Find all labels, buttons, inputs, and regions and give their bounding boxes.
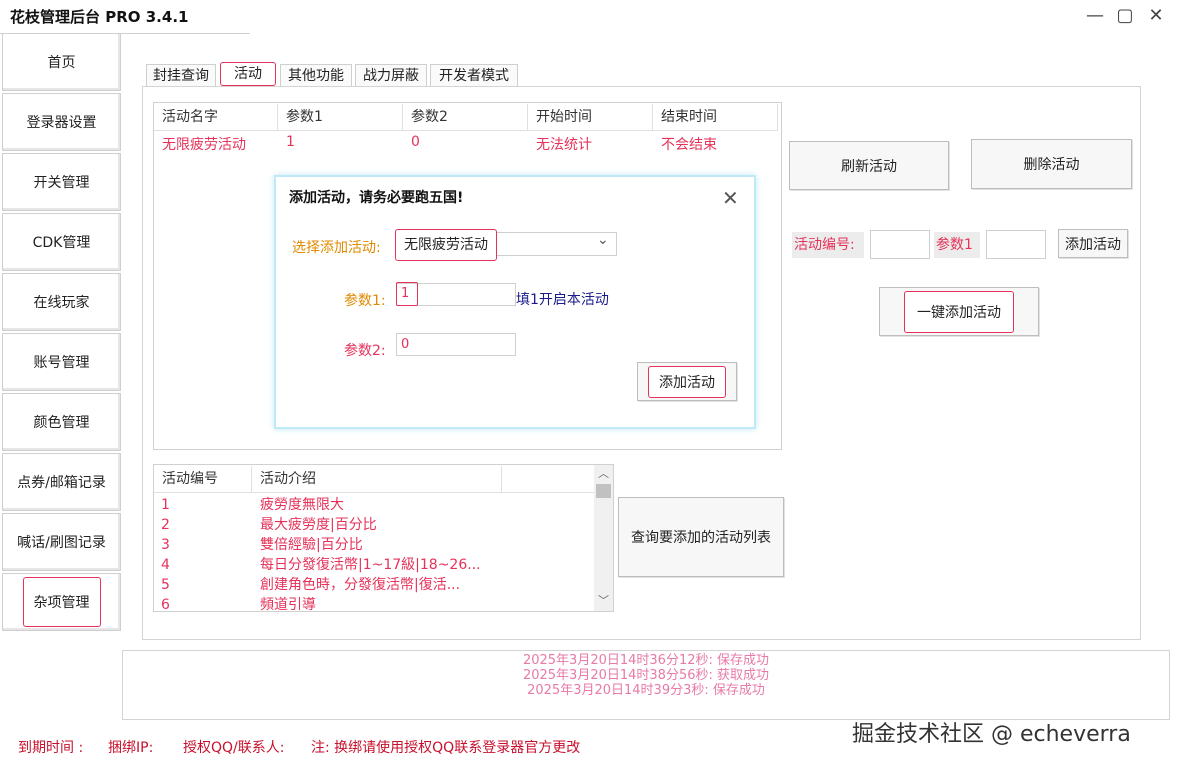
sidebar-item-label: CDK管理 (32, 235, 91, 251)
refresh-activity-button[interactable]: 刷新活动 (789, 141, 949, 190)
one-click-add-label: 一键添加活动 (904, 290, 1014, 333)
list-item-id[interactable]: 5 (161, 575, 170, 595)
log-line: 2025年3月20日14时39分3秒: 保存成功 (527, 683, 765, 698)
column-header-param1[interactable]: 参数1 (278, 104, 403, 131)
column-header-end-time[interactable]: 结束时间 (653, 104, 778, 131)
bind-ip-label: 捆绑IP: (108, 740, 154, 756)
sidebar-item-label: 颜色管理 (33, 415, 90, 431)
expire-label: 到期时间 : (18, 740, 84, 756)
dialog-add-button[interactable]: 添加活动 (637, 362, 737, 401)
activity-select-value: 无限疲劳活动 (395, 229, 497, 261)
log-line: 2025年3月20日14时36分12秒: 保存成功 (522, 653, 770, 668)
column-header-name[interactable]: 活动名字 (154, 104, 278, 131)
list-item-desc[interactable]: 創建角色時，分發復活幣|復活... (260, 575, 460, 595)
sidebar-item-launcher-settings[interactable]: 登录器设置 (2, 93, 121, 151)
app-title: 花枝管理后台 PRO 3.4.1 (10, 8, 189, 26)
activity-id-input[interactable] (870, 230, 930, 259)
tab-ban-query[interactable]: 封挂查询 (146, 64, 216, 87)
sidebar-item-label: 开关管理 (33, 175, 90, 191)
table-cell-param2[interactable]: 0 (403, 134, 528, 154)
sidebar-item-label: 喊话/刷图记录 (17, 535, 106, 551)
table-cell-param1[interactable]: 1 (278, 134, 403, 154)
list-item-id[interactable]: 3 (161, 535, 170, 555)
list-scrollbar[interactable]: ︿ ﹀ (594, 465, 613, 611)
tab-activity[interactable]: 活动 (220, 62, 276, 86)
chevron-down-icon: ⌄ (597, 232, 609, 248)
auth-qq-label: 授权QQ/联系人: (183, 740, 285, 756)
sidebar-item-color-management[interactable]: 颜色管理 (2, 393, 121, 451)
table-cell-name[interactable]: 无限疲劳活动 (154, 134, 278, 154)
list-item-id[interactable]: 6 (161, 595, 170, 615)
log-line: 2025年3月20日14时38分56秒: 获取成功 (522, 668, 770, 683)
list-item-desc[interactable]: 疲勞度無限大 (260, 495, 344, 515)
activity-select[interactable]: 无限疲劳活动 ⌄ (395, 229, 617, 261)
dialog-param1-label: 参数1: (344, 293, 386, 309)
dialog-param2-input[interactable]: 0 (396, 333, 516, 356)
footer-note: 注: 换绑请使用授权QQ联系登录器官方更改 (311, 740, 581, 756)
scroll-up-icon[interactable]: ︿ (594, 465, 613, 482)
scrollbar-thumb[interactable] (596, 484, 611, 498)
maximize-icon[interactable]: ▢ (1113, 4, 1137, 28)
dialog-add-label: 添加活动 (648, 365, 726, 398)
tab-power-block[interactable]: 战力屏蔽 (355, 64, 427, 87)
activity-id-label: 活动编号: (792, 232, 864, 258)
sidebar-item-label: 登录器设置 (26, 115, 97, 131)
sidebar-item-cdk-management[interactable]: CDK管理 (2, 213, 121, 271)
minimize-icon[interactable]: — (1083, 4, 1107, 28)
close-icon[interactable]: ✕ (1144, 4, 1168, 28)
sidebar-item-misc-management[interactable]: 杂项管理 (2, 573, 121, 631)
table-cell-start-time[interactable]: 无法统计 (528, 134, 653, 154)
list-header-id[interactable]: 活动编号 (154, 466, 252, 493)
sidebar-item-online-players[interactable]: 在线玩家 (2, 273, 121, 331)
sidebar-item-switch-management[interactable]: 开关管理 (2, 153, 121, 211)
sidebar-item-shout-map-records[interactable]: 喊话/刷图记录 (2, 513, 121, 571)
sidebar-item-home[interactable]: 首页 (2, 33, 121, 91)
list-item-desc[interactable]: 頻道引導 (260, 595, 316, 615)
column-header-param2[interactable]: 参数2 (403, 104, 528, 131)
dialog-param1-value: 1 (396, 282, 418, 306)
sidebar-item-coupon-mail-records[interactable]: 点券/邮箱记录 (2, 453, 121, 511)
dialog-close-icon[interactable]: ✕ (722, 186, 739, 210)
list-item-desc[interactable]: 雙倍經驗|百分比 (260, 535, 363, 555)
column-header-start-time[interactable]: 开始时间 (528, 104, 653, 131)
sidebar-item-label: 点券/邮箱记录 (17, 475, 106, 491)
tab-developer-mode[interactable]: 开发者模式 (430, 64, 518, 87)
title-bar: 花枝管理后台 PRO 3.4.1 — ▢ ✕ (0, 0, 1180, 34)
select-activity-label: 选择添加活动: (292, 240, 381, 256)
sidebar-item-account-management[interactable]: 账号管理 (2, 333, 121, 391)
tab-other-functions[interactable]: 其他功能 (280, 64, 352, 87)
sidebar-item-label: 首页 (47, 55, 76, 71)
param1-hint: 填1开启本活动 (516, 292, 609, 308)
list-header-desc[interactable]: 活动介绍 (252, 466, 502, 493)
scroll-down-icon[interactable]: ﹀ (594, 592, 613, 609)
add-activity-button[interactable]: 添加活动 (1058, 229, 1128, 258)
one-click-add-button[interactable]: 一键添加活动 (879, 287, 1039, 336)
param1-input[interactable] (986, 230, 1046, 259)
dialog-title: 添加活动，请务必要跑五国! (289, 190, 464, 206)
list-item-id[interactable]: 1 (161, 495, 170, 515)
list-header-filler (502, 466, 594, 493)
sidebar-item-label: 杂项管理 (22, 577, 101, 627)
dialog-param2-label: 参数2: (344, 343, 386, 359)
watermark: 掘金技术社区 @ echeverra (852, 722, 1131, 747)
table-cell-end-time[interactable]: 不会结束 (653, 134, 778, 154)
sidebar-item-label: 账号管理 (33, 355, 90, 371)
list-item-desc[interactable]: 最大疲勞度|百分比 (260, 515, 377, 535)
list-item-id[interactable]: 2 (161, 515, 170, 535)
delete-activity-button[interactable]: 删除活动 (971, 139, 1132, 189)
query-activity-list-button[interactable]: 查询要添加的活动列表 (618, 497, 784, 577)
list-item-id[interactable]: 4 (161, 555, 170, 575)
sidebar-item-label: 在线玩家 (33, 295, 90, 311)
list-item-desc[interactable]: 每日分發復活幣|1~17級|18~26... (260, 555, 481, 575)
param1-label: 参数1 (934, 232, 980, 258)
dialog-param1-input[interactable]: 1 (396, 282, 516, 306)
